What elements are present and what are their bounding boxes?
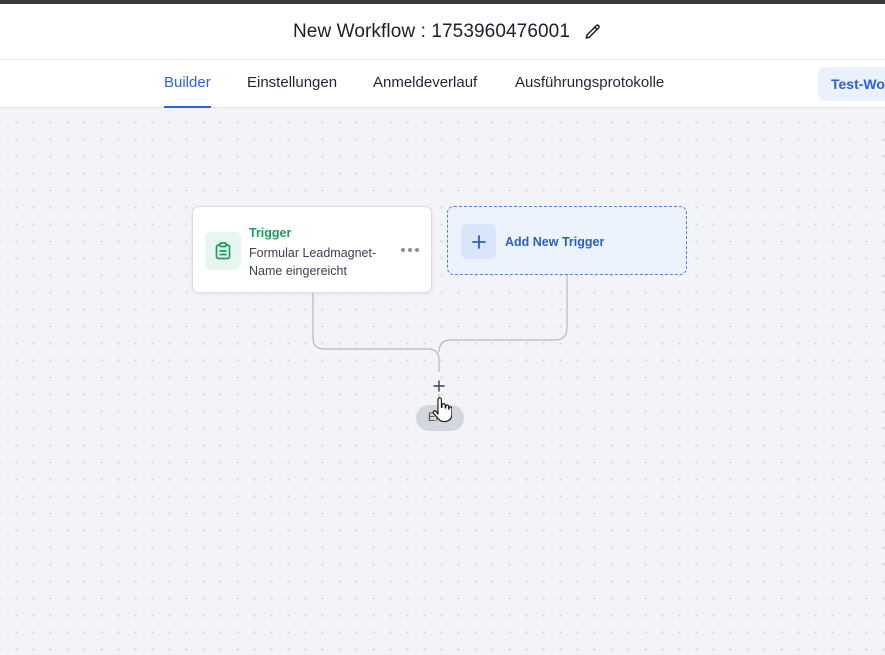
test-workflow-button[interactable]: Test-Workflow xyxy=(818,67,885,101)
tab-ausfuehrungsprotokolle[interactable]: Ausführungsprotokolle xyxy=(515,60,664,108)
tab-builder[interactable]: Builder xyxy=(164,60,211,108)
trigger-node[interactable]: Trigger Formular Leadmagnet-Name eingere… xyxy=(192,206,432,293)
tab-anmeldeverlauf[interactable]: Anmeldeverlauf xyxy=(373,60,477,108)
more-horizontal-icon[interactable] xyxy=(399,239,421,261)
add-new-trigger-label: Add New Trigger xyxy=(505,235,605,249)
trigger-title: Trigger xyxy=(249,226,292,240)
title-group: New Workflow : 1753960476001 xyxy=(293,21,602,43)
pencil-icon[interactable] xyxy=(584,23,602,41)
plus-icon xyxy=(461,224,496,259)
tab-bar: Builder Einstellungen Anmeldeverlauf Aus… xyxy=(0,60,885,108)
tab-einstellungen[interactable]: Einstellungen xyxy=(247,60,337,108)
add-step-plus-icon[interactable] xyxy=(431,378,447,394)
workflow-header: New Workflow : 1753960476001 xyxy=(0,4,885,60)
clipboard-icon xyxy=(205,232,241,270)
trigger-description: Formular Leadmagnet-Name eingereicht xyxy=(249,246,377,278)
add-new-trigger-button[interactable]: Add New Trigger xyxy=(447,206,687,275)
workflow-title: New Workflow : 1753960476001 xyxy=(292,20,571,42)
end-node: END xyxy=(416,405,464,431)
